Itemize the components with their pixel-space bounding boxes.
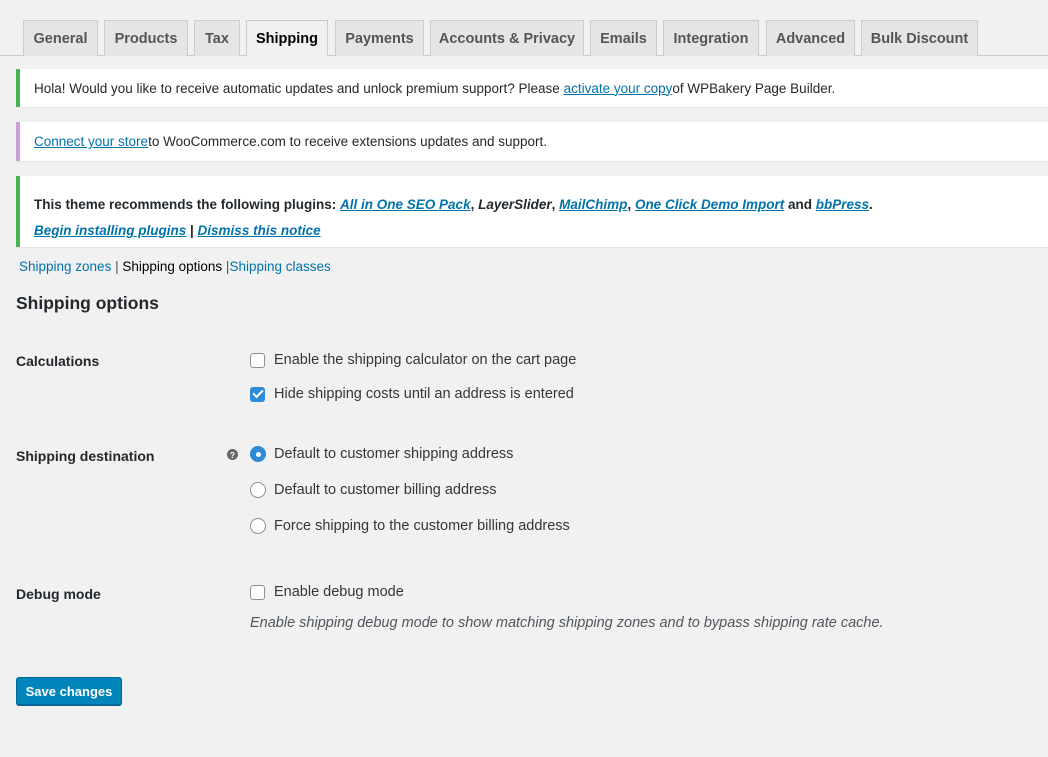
plugin-and: and	[784, 197, 816, 212]
tab-accounts-privacy[interactable]: Accounts & Privacy	[430, 20, 584, 56]
debug-mode-description: Enable shipping debug mode to show match…	[250, 615, 884, 631]
wpbakery-notice-text-before: Hola! Would you like to receive automati…	[34, 80, 560, 96]
tab-emails[interactable]: Emails	[590, 20, 657, 56]
enable-debug-mode-checkbox[interactable]	[250, 584, 265, 600]
shipping-classes-link[interactable]: Shipping classes	[229, 259, 330, 274]
hide-shipping-costs-label: Hide shipping costs until an address is …	[274, 386, 574, 402]
tab-integration[interactable]: Integration	[663, 20, 759, 56]
plugins-intro: This theme recommends the following plug…	[34, 197, 341, 212]
tab-payments[interactable]: Payments	[335, 20, 424, 56]
destination-billing-address-radio[interactable]	[250, 482, 266, 498]
shipping-destination-label: Shipping destination	[16, 448, 155, 464]
activate-copy-link[interactable]: activate your copy	[564, 81, 673, 96]
calculations-label: Calculations	[16, 353, 100, 369]
destination-billing-address-label: Default to customer billing address	[274, 482, 497, 498]
shipping-zones-link[interactable]: Shipping zones	[19, 259, 111, 274]
plugin-separator: ,	[627, 197, 635, 212]
destination-force-billing-label: Force shipping to the customer billing a…	[274, 518, 570, 534]
destination-billing-address-option[interactable]: Default to customer billing address	[250, 482, 496, 498]
help-tip-icon[interactable]: ?	[227, 449, 238, 460]
subnav-separator: |	[111, 259, 123, 274]
tab-general[interactable]: General	[23, 20, 98, 56]
plugin-link-mailchimp[interactable]: MailChimp	[559, 197, 627, 212]
plugins-notice-actions: Begin installing plugins | Dismiss this …	[34, 218, 1034, 244]
enable-shipping-calculator-label: Enable the shipping calculator on the ca…	[274, 352, 577, 368]
plugin-layerslider: LayerSlider	[478, 197, 552, 212]
settings-tabs: General Products Tax Shipping Payments A…	[0, 0, 1048, 57]
destination-shipping-address-radio[interactable]	[250, 446, 266, 462]
woocommerce-connect-notice: Connect your store to WooCommerce.com to…	[16, 122, 1048, 161]
destination-force-billing-radio[interactable]	[250, 518, 266, 534]
destination-force-billing-option[interactable]: Force shipping to the customer billing a…	[250, 518, 570, 534]
plugin-link-bbpress[interactable]: bbPress	[816, 197, 869, 212]
enable-debug-mode-option[interactable]: Enable debug mode	[250, 584, 404, 600]
tab-bulk-discount[interactable]: Bulk Discount	[861, 20, 978, 56]
plugin-link-aioseo[interactable]: All in One SEO Pack	[340, 197, 471, 212]
actions-separator: |	[186, 223, 198, 238]
hide-shipping-costs-checkbox[interactable]	[250, 386, 265, 402]
plugin-separator: ,	[470, 197, 479, 212]
wpbakery-notice: Hola! Would you like to receive automati…	[16, 69, 1048, 107]
shipping-subnav: Shipping zones | Shipping options |Shipp…	[19, 259, 331, 274]
tab-advanced[interactable]: Advanced	[766, 20, 855, 56]
save-changes-button[interactable]: Save changes	[16, 677, 122, 705]
tab-tax[interactable]: Tax	[194, 20, 240, 56]
plugins-notice: This theme recommends the following plug…	[16, 176, 1048, 247]
plugin-end: .	[869, 197, 873, 212]
page-title: Shipping options	[16, 293, 159, 313]
enable-shipping-calculator-option[interactable]: Enable the shipping calculator on the ca…	[250, 352, 576, 368]
tab-products[interactable]: Products	[104, 20, 188, 56]
connect-store-link[interactable]: Connect your store	[34, 134, 148, 149]
begin-installing-plugins-link[interactable]: Begin installing plugins	[34, 223, 186, 238]
debug-mode-label: Debug mode	[16, 586, 101, 602]
tab-shipping[interactable]: Shipping	[246, 20, 328, 57]
destination-shipping-address-option[interactable]: Default to customer shipping address	[250, 446, 513, 462]
wpbakery-notice-text-after: of WPBakery Page Builder.	[672, 80, 836, 96]
enable-debug-mode-label: Enable debug mode	[274, 584, 404, 600]
shipping-options-current: Shipping options	[122, 259, 223, 274]
enable-shipping-calculator-checkbox[interactable]	[250, 352, 265, 368]
dismiss-notice-link[interactable]: Dismiss this notice	[198, 223, 321, 238]
woocommerce-notice-text: to WooCommerce.com to receive extensions…	[148, 134, 548, 149]
plugin-link-one-click-demo-import[interactable]: One Click Demo Import	[635, 197, 784, 212]
plugins-notice-line: This theme recommends the following plug…	[34, 192, 1034, 218]
destination-shipping-address-label: Default to customer shipping address	[274, 446, 514, 462]
hide-shipping-costs-option[interactable]: Hide shipping costs until an address is …	[250, 386, 574, 402]
